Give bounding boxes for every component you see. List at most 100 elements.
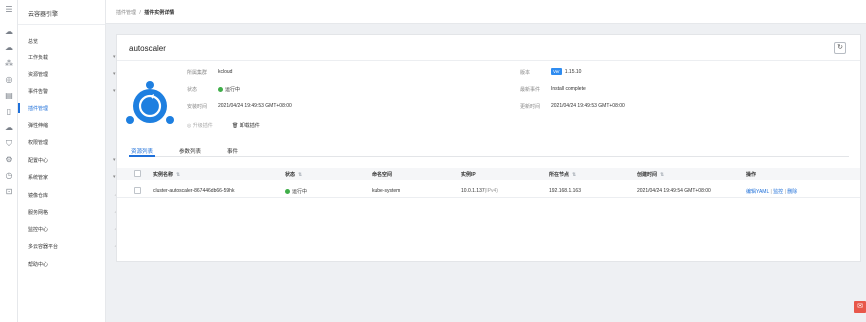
- sidebar-item-plugins[interactable]: 插件管理: [28, 105, 48, 112]
- update-time-value: 2021/04/24 19:49:53 GMT+08:00: [551, 103, 625, 109]
- cloud-outline-icon[interactable]: ☁: [4, 43, 14, 53]
- upgrade-label: 升级插件: [192, 123, 213, 129]
- icon-rail: ☰ ☁ ☁ ⁂ ◎ ▤ ▯ ☁ ⛉ ⚙ ◷ ⊡: [0, 0, 18, 322]
- delete-link[interactable]: 删除: [787, 189, 797, 195]
- sidebar-item-overview[interactable]: 总览: [28, 38, 38, 45]
- shield-icon[interactable]: ⛉: [4, 139, 14, 149]
- uninstall-plugin-button[interactable]: 🗑 卸载插件: [232, 122, 260, 129]
- upgrade-plugin-button[interactable]: ◎ 升级插件: [187, 122, 213, 129]
- col-name[interactable]: 实例名称 ⇅: [153, 171, 180, 178]
- cluster-value: kcloud: [218, 69, 233, 75]
- sidebar-item-monitoring[interactable]: 监控中心: [28, 226, 48, 233]
- plugin-logo-icon: [126, 81, 174, 124]
- tab-parameters[interactable]: 参数列表: [179, 147, 201, 155]
- sort-icon[interactable]: ⇅: [176, 172, 180, 178]
- file-icon[interactable]: ▯: [4, 107, 14, 117]
- sidebar-item-resources[interactable]: 资源管理: [28, 71, 48, 78]
- instance-ip-value: 10.0.1.137: [461, 188, 485, 194]
- version-value: Ver 1.15.10: [551, 68, 581, 75]
- row-actions: 编辑YAML | 监控 | 删除: [746, 188, 797, 195]
- instance-name-link[interactable]: cluster-autoscaler-867446db66-59hk: [153, 188, 234, 194]
- select-all-checkbox[interactable]: [134, 170, 141, 177]
- header-divider: [117, 60, 860, 61]
- sidebar-item-permissions[interactable]: 权限管理: [28, 139, 48, 146]
- sidebar-item-registry[interactable]: 镜像仓库: [28, 192, 48, 199]
- instance-status: 运行中: [285, 188, 307, 195]
- filter-icon[interactable]: ⇅: [572, 172, 576, 178]
- instance-ip: 10.0.1.137(IPv4): [461, 188, 498, 194]
- instance-node: 192.168.1.163: [549, 188, 581, 194]
- update-time-label: 更新时间: [520, 104, 541, 110]
- cloud-upload-icon[interactable]: ☁: [4, 123, 14, 133]
- breadcrumb: 插件管理 / 插件实例详情: [116, 9, 174, 16]
- col-ip: 实例IP: [461, 172, 476, 178]
- sidebar-item-config[interactable]: 配置中心: [28, 157, 48, 164]
- status-ok-icon: [285, 189, 290, 194]
- sidebar-item-mesh[interactable]: 服务网格: [28, 209, 48, 216]
- status-label: 状态: [187, 87, 198, 93]
- page-title: autoscaler: [129, 44, 166, 53]
- uninstall-label: 卸载插件: [239, 123, 260, 129]
- status-value: 运行中: [218, 86, 240, 93]
- table-header: 实例名称 ⇅ 状态 ⇅ 命名空间 实例IP 所在节点 ⇅ 创建时间 ⇅ 操作: [117, 168, 860, 180]
- breadcrumb-parent[interactable]: 插件管理: [116, 10, 136, 16]
- sidebar-item-system[interactable]: 系统管家: [28, 174, 48, 181]
- instance-status-text: 运行中: [292, 189, 308, 195]
- col-created[interactable]: 创建时间 ⇅: [637, 171, 664, 178]
- status-ok-icon: [218, 87, 223, 92]
- tab-resources[interactable]: 资源列表: [131, 147, 153, 155]
- sidebar-item-autoscaling[interactable]: 弹性伸缩: [28, 122, 48, 129]
- tab-events[interactable]: 事件: [227, 147, 238, 155]
- instance-namespace: kube-system: [372, 188, 401, 194]
- plugin-icon[interactable]: ⊡: [4, 187, 14, 197]
- install-time-value: 2021/04/24 19:49:53 GMT+08:00: [218, 103, 292, 109]
- instance-created: 2021/04/24 19:49:54 GMT+08:00: [637, 188, 711, 194]
- sort-icon[interactable]: ⇅: [660, 172, 664, 178]
- sidebar-item-help[interactable]: 帮助中心: [28, 261, 48, 268]
- filter-icon[interactable]: ⇅: [298, 172, 302, 178]
- sidebar-item-multicloud[interactable]: 多云容器平台: [28, 243, 58, 250]
- settings-icon[interactable]: ⚙: [4, 155, 14, 165]
- version-text: 1.15.10: [564, 69, 582, 75]
- menu-icon[interactable]: ☰: [4, 5, 14, 15]
- table-row: cluster-autoscaler-867446db66-59hk 运行中 k…: [117, 184, 860, 198]
- database-icon[interactable]: ◎: [4, 75, 14, 85]
- plugin-detail-panel: autoscaler ↻ 所属集群 kcloud 状态 运行中 安装时间 202…: [116, 34, 861, 262]
- version-badge: Ver: [551, 68, 562, 75]
- top-bar: 插件管理 / 插件实例详情: [106, 0, 866, 24]
- instance-ip-type: (IPv4): [484, 188, 498, 194]
- col-actions: 操作: [746, 172, 757, 178]
- last-event-label: 最新事件: [520, 87, 541, 93]
- trash-icon: 🗑: [232, 123, 240, 129]
- sidebar-active-indicator: [18, 103, 20, 113]
- sidebar-brand: 云容器引擎: [28, 12, 59, 18]
- clock-icon[interactable]: ◷: [4, 171, 14, 181]
- col-status[interactable]: 状态 ⇅: [285, 171, 302, 178]
- version-label: 版本: [520, 70, 531, 76]
- refresh-button[interactable]: ↻: [834, 42, 846, 54]
- cluster-label: 所属集群: [187, 70, 208, 76]
- col-node[interactable]: 所在节点 ⇅: [549, 171, 576, 178]
- feedback-icon[interactable]: ✉: [854, 301, 866, 313]
- document-icon[interactable]: ▤: [4, 91, 14, 101]
- col-name-label: 实例名称: [153, 172, 174, 178]
- cluster-icon[interactable]: ⁂: [4, 59, 14, 69]
- edit-yaml-link[interactable]: 编辑YAML: [746, 189, 769, 195]
- install-time-label: 安装时间: [187, 104, 208, 110]
- breadcrumb-separator: /: [139, 10, 141, 16]
- breadcrumb-current: 插件实例详情: [144, 10, 175, 16]
- sidebar: 云容器引擎 总览 工作负载 ▾ 资源管理 ▾ 事件告警 ▾ 插件管理 弹性伸缩 …: [18, 0, 118, 322]
- status-text: 运行中: [225, 87, 241, 93]
- detail-tabs: 资源列表 参数列表 事件: [129, 143, 849, 157]
- sidebar-item-workloads[interactable]: 工作负载: [28, 54, 48, 61]
- cloud-icon[interactable]: ☁: [4, 27, 14, 37]
- sidebar-item-events[interactable]: 事件告警: [28, 88, 48, 95]
- row-checkbox[interactable]: [134, 187, 141, 194]
- monitor-link[interactable]: 监控: [773, 189, 783, 195]
- col-namespace: 命名空间: [372, 172, 393, 178]
- refresh-icon: ↻: [837, 44, 843, 51]
- sidebar-divider: [18, 24, 105, 25]
- col-created-label: 创建时间: [637, 172, 658, 178]
- col-node-label: 所在节点: [549, 172, 570, 178]
- col-status-label: 状态: [285, 172, 296, 178]
